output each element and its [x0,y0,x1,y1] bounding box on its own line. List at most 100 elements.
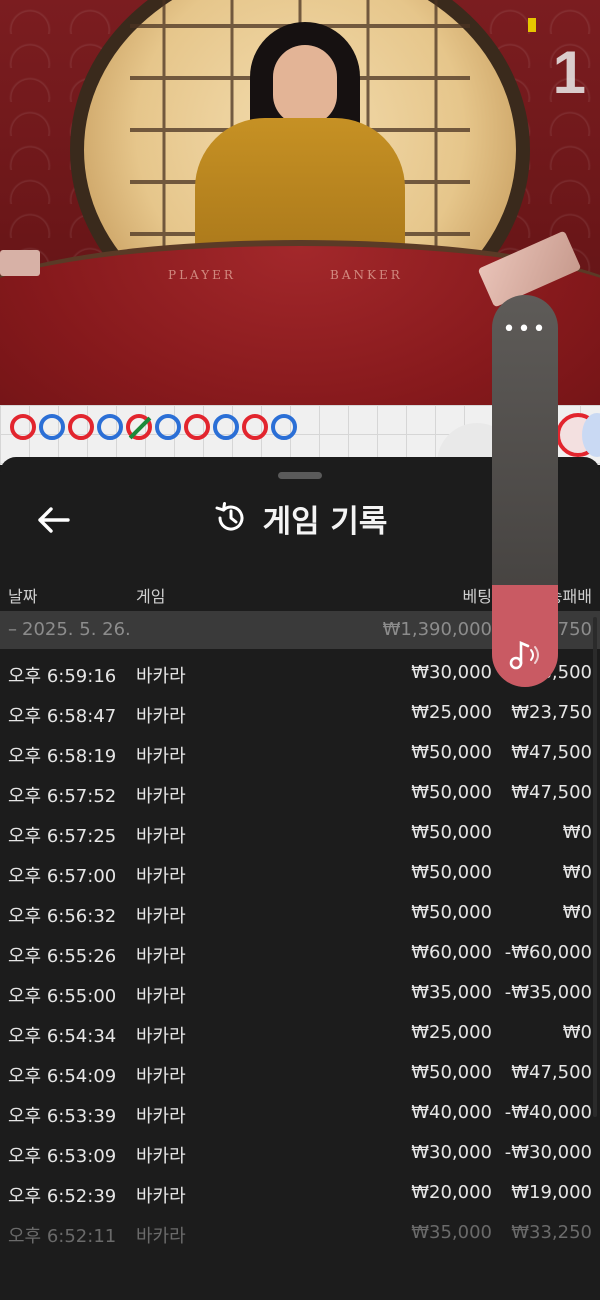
row-game: 바카라 [136,786,186,807]
row-profit: -₩60,000 [504,942,592,963]
tie-slash [128,416,152,440]
row-bet: ₩30,000 [411,1142,492,1163]
row-game: 바카라 [136,1026,186,1047]
row-bet: ₩50,000 [411,782,492,803]
row-game: 바카라 [136,706,186,727]
table-row[interactable]: 오후 6:58:19 바카라 ₩50,000 ₩47,500 [0,733,600,773]
sheet-drag-handle[interactable] [278,472,322,479]
table-row[interactable]: 오후 6:54:09 바카라 ₩50,000 ₩47,500 [0,1053,600,1093]
row-profit: ₩33,250 [511,1222,592,1243]
table-banker-label: BANKER [330,268,403,282]
bead-banker [242,414,268,440]
table-row[interactable]: 오후 6:53:39 바카라 ₩40,000 -₩40,000 [0,1093,600,1133]
row-time: 오후 6:54:34 [8,1026,117,1047]
volume-slider[interactable]: ••• [492,295,558,687]
row-bet: ₩25,000 [411,1022,492,1043]
row-profit: ₩19,000 [511,1182,592,1203]
bead-player [155,414,181,440]
row-game: 바카라 [136,1066,186,1087]
row-time: 오후 6:57:52 [8,786,117,807]
row-game: 바카라 [136,866,186,887]
row-profit: ₩0 [562,902,592,923]
dealer-face [273,45,337,125]
row-time: 오후 6:59:16 [8,666,117,687]
row-time: 오후 6:57:25 [8,826,117,847]
row-bet: ₩50,000 [411,902,492,923]
table-row[interactable]: 오후 6:54:34 바카라 ₩25,000 ₩0 [0,1013,600,1053]
date-group-total-bet: ₩1,390,000 [382,619,492,640]
bead-player [271,414,297,440]
row-profit: -₩30,000 [504,1142,592,1163]
row-game: 바카라 [136,1226,186,1247]
table-row[interactable]: 오후 6:52:39 바카라 ₩20,000 ₩19,000 [0,1173,600,1213]
table-row[interactable]: 오후 6:58:47 바카라 ₩25,000 ₩23,750 [0,693,600,733]
round-number: 1 [552,39,586,106]
row-game: 바카라 [136,1186,186,1207]
table-row[interactable]: 오후 6:53:09 바카라 ₩30,000 -₩30,000 [0,1133,600,1173]
row-profit: ₩23,750 [511,702,592,723]
music-note-icon [509,641,539,670]
row-bet: ₩50,000 [411,742,492,763]
row-bet: ₩50,000 [411,1062,492,1083]
row-time: 오후 6:55:26 [8,946,117,967]
row-bet: ₩50,000 [411,822,492,843]
table-row[interactable]: 오후 6:56:32 바카라 ₩50,000 ₩0 [0,893,600,933]
column-header-date: 날짜 [8,587,38,606]
bead-banker [126,414,152,440]
row-bet: ₩50,000 [411,862,492,883]
row-bet: ₩35,000 [411,1222,492,1243]
row-time: 오후 6:58:47 [8,706,117,727]
row-time: 오후 6:53:09 [8,1146,117,1167]
row-game: 바카라 [136,1106,186,1127]
scrollbar[interactable] [593,617,597,1117]
row-game: 바카라 [136,946,186,967]
flag-icon [528,18,536,32]
row-time: 오후 6:52:11 [8,1226,117,1247]
table-row[interactable]: 오후 6:55:00 바카라 ₩35,000 -₩35,000 [0,973,600,1013]
bead-player [213,414,239,440]
column-header-bet: 베팅 [462,587,492,606]
row-profit: -₩35,000 [504,982,592,1003]
history-icon [215,502,244,531]
history-list[interactable]: 오후 6:59:16바카라₩30,000₩28,500오후 6:58:47바카라… [0,653,600,1253]
row-game: 바카라 [136,906,186,927]
table-row[interactable]: 오후 6:55:26 바카라 ₩60,000 -₩60,000 [0,933,600,973]
row-profit: ₩0 [562,822,592,843]
row-game: 바카라 [136,666,186,687]
table-row[interactable]: 오후 6:57:52 바카라 ₩50,000 ₩47,500 [0,773,600,813]
collapse-icon: – [8,619,17,640]
row-profit: ₩47,500 [511,742,592,763]
table-row[interactable]: 오후 6:57:25 바카라 ₩50,000 ₩0 [0,813,600,853]
page-title: 게임 기록 [262,503,388,540]
table-player-label: PLAYER [168,268,236,282]
row-time: 오후 6:55:00 [8,986,117,1007]
row-bet: ₩60,000 [411,942,492,963]
date-group-date: 2025. 5. 26. [22,619,131,640]
card-discard-tray [0,250,40,276]
row-bet: ₩25,000 [411,702,492,723]
column-header-game: 게임 [136,587,166,606]
row-bet: ₩20,000 [411,1182,492,1203]
row-time: 오후 6:56:32 [8,906,117,927]
row-time: 오후 6:52:39 [8,1186,117,1207]
more-icon[interactable]: ••• [492,317,558,342]
table-row[interactable]: 오후 6:52:11 바카라 ₩35,000 ₩33,250 [0,1213,600,1253]
row-profit: ₩0 [562,862,592,883]
row-profit: -₩40,000 [504,1102,592,1123]
bead-banker [68,414,94,440]
row-bet: ₩40,000 [411,1102,492,1123]
bead-player [97,414,123,440]
row-game: 바카라 [136,986,186,1007]
row-game: 바카라 [136,1146,186,1167]
row-time: 오후 6:57:00 [8,866,117,887]
row-profit: ₩47,500 [511,1062,592,1083]
table-row[interactable]: 오후 6:57:00 바카라 ₩50,000 ₩0 [0,853,600,893]
row-time: 오후 6:58:19 [8,746,117,767]
bead-player [39,414,65,440]
row-profit: ₩47,500 [511,782,592,803]
bead-banker [184,414,210,440]
row-bet: ₩30,000 [411,662,492,683]
bead-banker [10,414,36,440]
row-game: 바카라 [136,826,186,847]
row-profit: ₩0 [562,1022,592,1043]
